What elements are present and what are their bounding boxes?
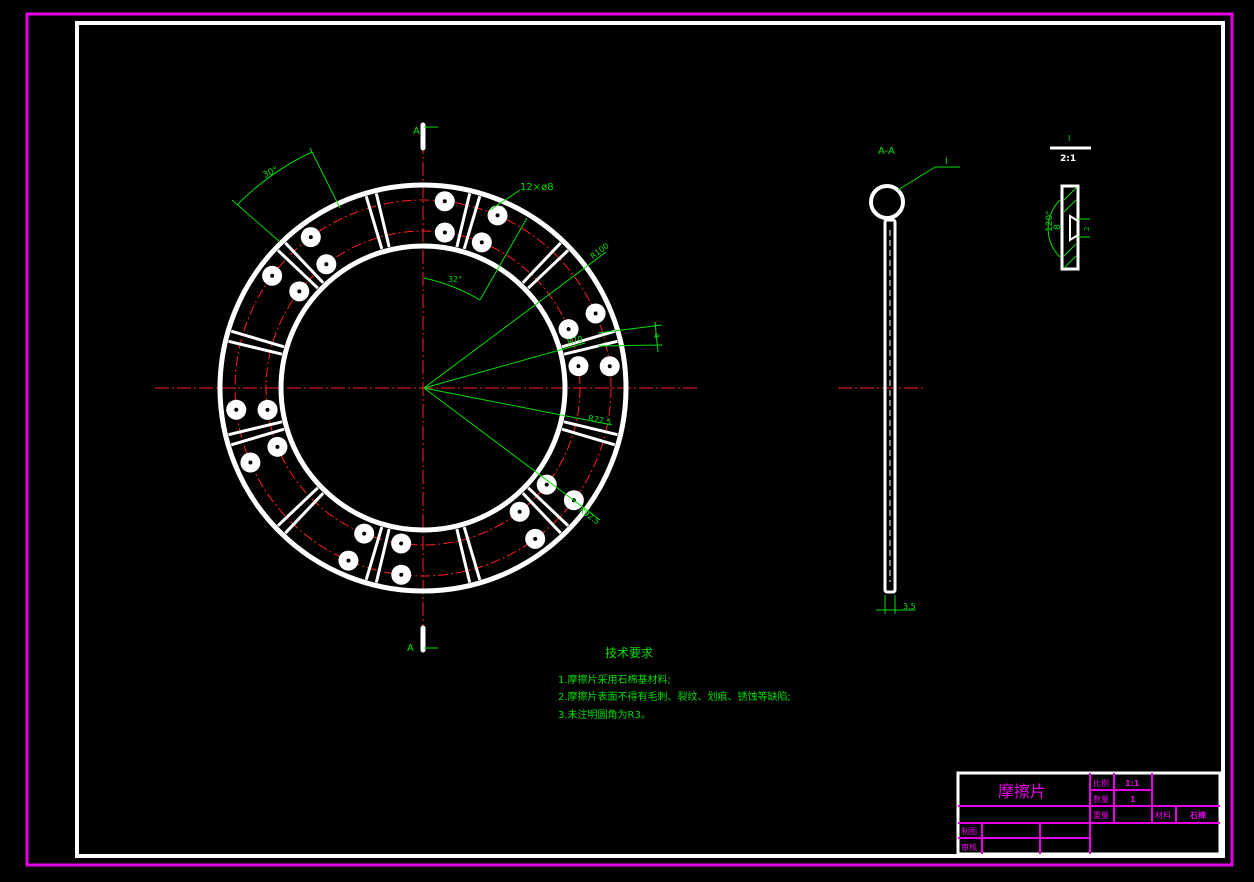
- detail-title: I: [1068, 134, 1070, 143]
- rivet-hole-center-0-0: [442, 230, 447, 235]
- drawn-label: 制图: [961, 826, 977, 836]
- detail-scale: 2:1: [1060, 154, 1076, 164]
- detail-hatch-3: [1063, 243, 1077, 257]
- scale-value: 1:1: [1125, 779, 1140, 788]
- rivet-hole-center-10-0: [297, 289, 302, 294]
- rivet-hole-center-10-1: [270, 273, 275, 278]
- detail-view: I 2:1 120° 8 2: [1045, 134, 1091, 271]
- rivet-hole-center-2-0: [566, 327, 571, 332]
- rivet-hole-center-0-1: [442, 199, 447, 204]
- thickness-value: 3.5: [903, 602, 916, 611]
- rivet-hole-center-6-0: [399, 541, 404, 546]
- front-view: A A 30° 32° 12×ø8 R100 R70 R77.5 R92.5 4: [155, 122, 700, 654]
- detail-hatch-4: [1063, 255, 1077, 269]
- weight-label: 重量: [1093, 810, 1109, 820]
- drawing-sheet: A A 30° 32° 12×ø8 R100 R70 R77.5 R92.5 4…: [25, 12, 1234, 867]
- section-label-bottom: A: [407, 643, 414, 654]
- qty-label: 数量: [1093, 794, 1109, 804]
- rivet-hole-center-5-0: [517, 509, 522, 514]
- note-item-1: 1.摩擦片采用石棉基材料;: [558, 673, 671, 686]
- holes-note: 12×ø8: [520, 182, 554, 193]
- rivet-hole-center-7-1: [346, 558, 351, 563]
- rivet-hole-center-3-0: [576, 364, 581, 369]
- rivet-hole-center-3-1: [607, 364, 612, 369]
- rivet-hole-center-9-1: [234, 407, 239, 412]
- groove-dim-line-1: [597, 324, 663, 334]
- qty-value: 1: [1130, 795, 1136, 804]
- detail-marker: I: [945, 157, 948, 167]
- groove-width: 4: [651, 332, 661, 339]
- rivet-hole-center-7-0: [362, 531, 367, 536]
- title-block: 摩擦片 比例 1:1 数量 1 重量 材料 石棉 制图 审核: [956, 771, 1222, 856]
- rivet-hole-center-1-1: [495, 213, 500, 218]
- hole-diameter: 8: [1053, 224, 1063, 230]
- detail-hatch-2: [1063, 199, 1077, 213]
- rivet-hole-center-11-1: [308, 235, 313, 240]
- note-item-3: 3.未注明圆角为R3。: [558, 708, 651, 721]
- checked-label: 审核: [961, 842, 977, 852]
- material-label: 材料: [1155, 810, 1171, 820]
- angle-label-30: 30°: [261, 165, 280, 181]
- rivet-hole-center-6-1: [399, 572, 404, 577]
- section-view: A-A I 3.5: [838, 146, 960, 614]
- rivet-hole-center-8-1: [248, 460, 253, 465]
- angle-ext-line-1: [231, 199, 281, 243]
- rivet-hole-center-2-1: [593, 311, 598, 316]
- rivet-hole-center-4-0: [544, 482, 549, 487]
- section-title: A-A: [878, 146, 895, 157]
- scale-label: 比例: [1093, 778, 1109, 788]
- material-value: 石棉: [1189, 810, 1206, 820]
- outer-border: [25, 12, 1234, 867]
- detail-hatch-1: [1063, 187, 1077, 201]
- rivet-hole-center-1-0: [479, 240, 484, 245]
- detail-circle: [869, 184, 905, 220]
- angle-arc-30: [236, 151, 313, 206]
- angle-ext-line-2: [309, 147, 341, 209]
- rivet-hole-center-5-1: [533, 536, 538, 541]
- notes-heading: 技术要求: [605, 646, 653, 660]
- detail-leader: [897, 166, 936, 191]
- rivet-hole-center-9-0: [265, 407, 270, 412]
- rivet-hole-center-11-0: [324, 262, 329, 267]
- rivet-hole-center-8-0: [275, 444, 280, 449]
- radius-r77: R77.5: [587, 414, 612, 427]
- depth-value: 2: [1083, 227, 1091, 231]
- r77-leader: [423, 387, 613, 426]
- technical-notes: 技术要求 1.摩擦片采用石棉基材料; 2.摩擦片表面不得有毛刺、裂纹、划痕、锈蚀…: [558, 646, 791, 721]
- angle-label-32: 32°: [448, 275, 462, 284]
- radius-r100: R100: [589, 241, 611, 261]
- part-name: 摩擦片: [998, 782, 1046, 801]
- note-item-2: 2.摩擦片表面不得有毛刺、裂纹、划痕、锈蚀等缺陷;: [558, 690, 791, 703]
- section-label-top: A: [413, 126, 420, 137]
